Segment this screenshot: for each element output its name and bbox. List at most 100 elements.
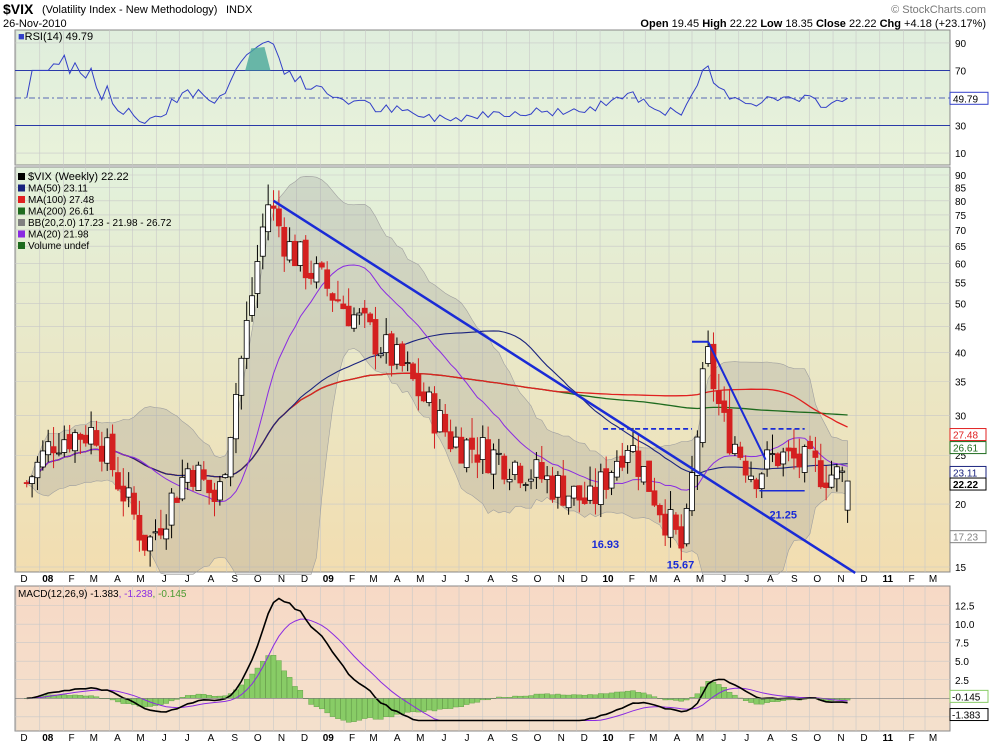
candle-body [351,314,357,329]
candle-body [131,492,137,515]
macd-histogram-bar [469,698,475,704]
x-tick-label: N [278,574,285,585]
macd-histogram-bar [603,693,609,699]
macd-histogram-bar [522,695,529,699]
candle-body [50,446,57,454]
legend-swatch [18,184,25,192]
price-axis-label: 35 [955,378,967,389]
chg-label: Chg [880,18,901,30]
open-value: 19.45 [672,18,700,30]
x-tick-label: J [162,574,167,585]
candle-body [635,450,642,477]
x-tick-label: 09 [323,733,335,744]
macd-histogram-bar [356,698,363,721]
macd-histogram-bar [630,690,636,699]
x-tick-label: M [649,733,657,744]
candle-body [796,453,803,468]
macd-axis-label: 7.5 [955,639,969,650]
legend-swatch [18,230,25,238]
macd-histogram-bar [576,694,583,699]
macd-histogram-bar [673,698,679,701]
legend-swatch [18,219,25,226]
legend-swatch [18,196,25,203]
x-tick-label: D [20,733,27,744]
macd-histogram-bar [329,698,336,717]
candle-body [683,508,690,545]
candle-body [678,526,685,549]
close-value: 22.22 [849,18,877,30]
macd-histogram-bar [292,686,298,699]
x-tick-label: O [534,733,542,744]
candle-body [453,436,459,448]
candle-body [61,439,68,453]
candle-body [501,455,508,480]
candle-body [222,474,229,478]
x-tick-label: S [791,733,798,744]
macd-histogram-bar [426,698,432,711]
price-axis-label: 75 [955,211,967,222]
price-axis-label: 85 [955,184,967,195]
x-tick-label: A [394,574,401,585]
candle-body [565,495,572,509]
candle-body [345,305,352,327]
candle-body [115,472,121,490]
x-tick-label: A [208,574,215,585]
x-tick-label: F [908,733,914,744]
macd-histogram-bar [437,698,443,710]
x-tick-label: N [558,574,565,585]
legend-swatch [18,207,25,215]
legend-text: $VIX (Weekly) 22.22 [28,171,129,183]
candle-body [420,391,427,402]
macd-histogram-bar [404,698,411,713]
candle-body [512,461,518,476]
candle-body [249,295,255,316]
candle-body [388,333,395,366]
macd-tag-text: -1.383 [952,711,981,722]
exchange-label: INDX [226,4,253,16]
x-tick-label: N [837,574,844,585]
macd-histogram-bar [265,655,271,699]
candle-body [640,466,647,483]
macd-histogram-bar [560,694,566,699]
candle-body [313,263,320,283]
x-tick-label: 11 [882,574,893,585]
candle-body [125,487,132,498]
legend-text: MA(50) 23.11 [28,184,88,195]
price-axis-label: 20 [955,500,967,511]
candle-body [399,343,406,367]
rsi-legend: ■RSI(14) 49.79 [18,31,93,43]
candle-body [216,481,223,501]
x-tick-label: J [744,733,749,744]
x-tick-label: A [674,733,681,744]
candle-body [538,462,545,480]
macd-histogram-bar [458,698,465,707]
candle-body [807,440,813,449]
legend-swatch [18,242,25,249]
close-label: Close [816,18,846,30]
legend-text: Volume undef [28,241,89,252]
candle-body [77,433,84,440]
candle-body [238,357,245,396]
x-tick-label: A [208,733,215,744]
chart-date: 26-Nov-2010 [3,18,67,30]
candle-body [587,485,593,501]
candle-body [785,447,792,452]
candle-body [302,239,309,279]
price-tag-text: 17.23 [953,533,978,544]
macd-histogram-bar [726,691,733,699]
x-tick-label: A [487,733,494,744]
x-tick-label: D [581,733,588,744]
x-tick-label: A [674,574,681,585]
candle-body [329,293,336,301]
macd-histogram-bar [270,655,277,699]
macd-histogram-bar [678,698,684,702]
legend-swatch [18,173,25,180]
macd-histogram-bar [555,693,561,699]
candle-body [769,453,776,456]
x-tick-label: O [534,574,542,585]
macd-histogram-bar [463,698,470,705]
x-tick-label: J [162,733,167,744]
candle-body [190,469,196,487]
x-tick-label: D [20,574,27,585]
candle-body [479,437,486,460]
